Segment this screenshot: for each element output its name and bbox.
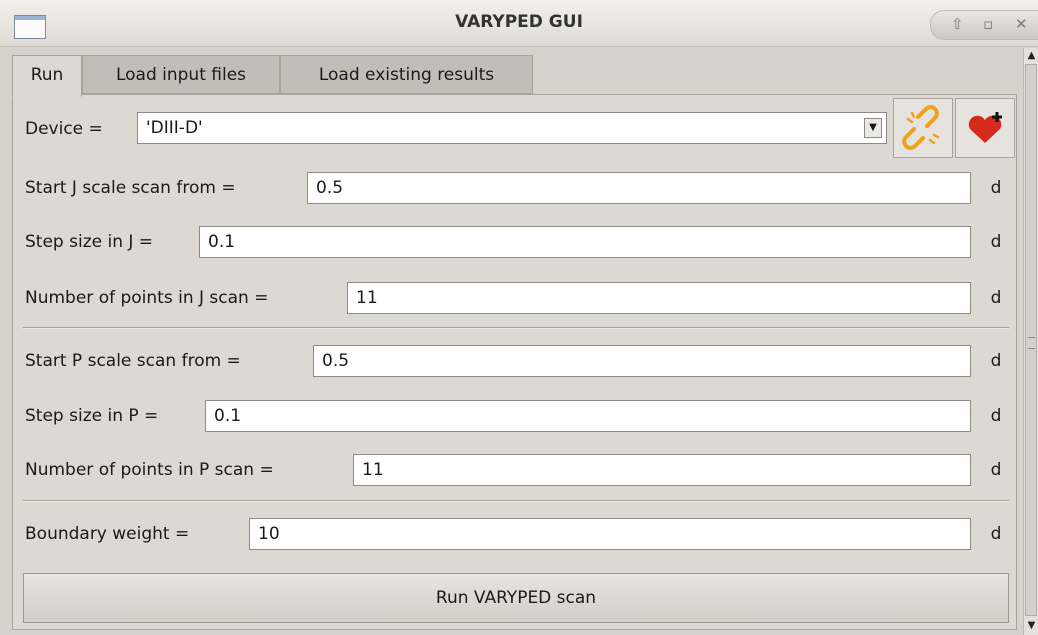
boundary-weight-label: Boundary weight = xyxy=(25,524,190,544)
maximize-icon[interactable]: ▫ xyxy=(983,11,993,37)
window-title: VARYPED GUI xyxy=(455,12,583,32)
favorite-button[interactable] xyxy=(955,98,1015,158)
separator xyxy=(23,327,1009,329)
j-start-input[interactable]: 0.5 xyxy=(307,172,971,204)
tab-load-existing-results[interactable]: Load existing results xyxy=(280,55,533,94)
title-bar: VARYPED GUI ⇧ ▫ ✕ xyxy=(0,0,1038,47)
tab-load-input-files[interactable]: Load input files xyxy=(82,55,280,94)
p-step-unit: d xyxy=(990,406,1002,426)
p-step-label: Step size in P = xyxy=(25,406,159,426)
p-step-input[interactable]: 0.1 xyxy=(205,400,971,432)
run-panel: Device = 'DIII-D' ▼ Start J scale scan f… xyxy=(12,94,1017,630)
close-icon[interactable]: ✕ xyxy=(1015,11,1028,37)
grip-icon xyxy=(1028,337,1035,349)
j-step-unit: d xyxy=(990,232,1002,252)
p-start-unit: d xyxy=(990,351,1002,371)
window-controls: ⇧ ▫ ✕ xyxy=(930,10,1038,40)
scroll-up-icon[interactable]: ▲ xyxy=(1024,48,1038,64)
p-num-label: Number of points in P scan = xyxy=(25,460,274,480)
j-start-unit: d xyxy=(990,178,1002,198)
link-button[interactable] xyxy=(893,98,953,158)
separator xyxy=(23,500,1009,502)
p-start-label: Start P scale scan from = xyxy=(25,351,241,371)
vertical-scrollbar[interactable]: ▲ ▼ xyxy=(1023,48,1038,635)
j-num-unit: d xyxy=(990,288,1002,308)
j-num-label: Number of points in J scan = xyxy=(25,288,269,308)
chevron-down-icon[interactable]: ▼ xyxy=(864,118,882,138)
j-start-label: Start J scale scan from = xyxy=(25,178,236,198)
tab-run[interactable]: Run xyxy=(12,55,82,97)
boundary-weight-unit: d xyxy=(990,524,1002,544)
p-num-unit: d xyxy=(990,460,1002,480)
shade-icon[interactable]: ⇧ xyxy=(951,11,964,37)
device-select[interactable]: 'DIII-D' ▼ xyxy=(137,112,887,144)
scrollbar-thumb[interactable] xyxy=(1025,64,1037,616)
boundary-weight-input[interactable]: 10 xyxy=(249,518,971,550)
scroll-down-icon[interactable]: ▼ xyxy=(1024,618,1038,634)
heart-plus-icon xyxy=(968,112,1002,143)
run-scan-button[interactable]: Run VARYPED scan xyxy=(23,573,1009,623)
j-step-input[interactable]: 0.1 xyxy=(199,226,971,258)
p-start-input[interactable]: 0.5 xyxy=(313,345,971,377)
device-value: 'DIII-D' xyxy=(146,118,203,138)
device-label: Device = xyxy=(25,119,103,139)
p-num-input[interactable]: 11 xyxy=(353,454,971,486)
j-num-input[interactable]: 11 xyxy=(347,282,971,314)
j-step-label: Step size in J = xyxy=(25,232,154,252)
broken-link-icon xyxy=(902,105,940,150)
